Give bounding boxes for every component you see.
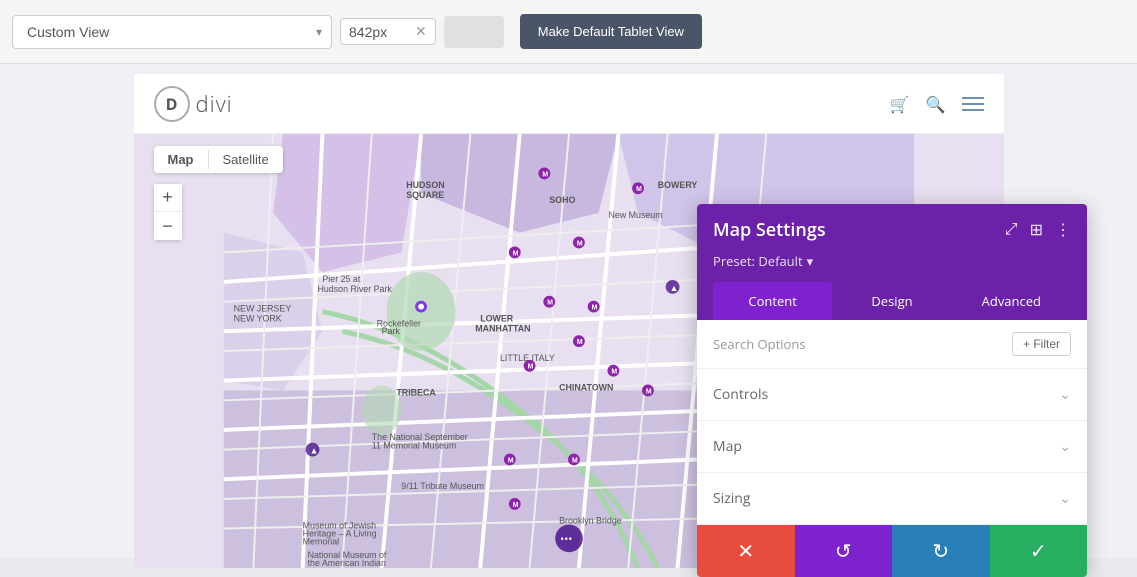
preset-chevron-icon: ▾ (807, 252, 814, 270)
filter-btn[interactable]: + Filter (1012, 332, 1071, 356)
svg-text:Memorial: Memorial (302, 536, 338, 546)
svg-text:Hudson River Park: Hudson River Park (317, 284, 392, 294)
settings-panel: Map Settings ⤢ ⊞ ⋮ Preset: Default ▾ Con… (697, 204, 1087, 577)
svg-text:SQUARE: SQUARE (406, 190, 444, 200)
preset-row: Preset: Default ▾ (713, 252, 1071, 270)
search-filter-row: Search Options + Filter (697, 320, 1087, 369)
svg-text:M: M (645, 388, 651, 395)
svg-text:M: M (512, 250, 518, 257)
close-icon[interactable]: ✕ (415, 23, 427, 40)
svg-text:SOHO: SOHO (549, 195, 575, 205)
settings-tabs: Content Design Advanced (713, 282, 1071, 320)
accordion-sizing-chevron-icon: ⌄ (1059, 489, 1071, 508)
svg-text:•••: ••• (560, 531, 572, 546)
tab-design[interactable]: Design (832, 282, 951, 320)
cancel-btn[interactable]: ✕ (697, 525, 795, 577)
zoom-out-btn[interactable]: − (154, 212, 182, 240)
cart-icon[interactable]: 🛒 (890, 93, 910, 115)
svg-text:M: M (507, 457, 513, 464)
svg-text:MANHATTAN: MANHATTAN (475, 323, 530, 333)
map-toggle-map-btn[interactable]: Map (154, 146, 208, 173)
svg-text:▲: ▲ (669, 282, 678, 294)
logo-letter: D (166, 93, 178, 115)
svg-text:M: M (547, 300, 553, 307)
svg-text:BOWERY: BOWERY (657, 180, 697, 190)
svg-text:NEW JERSEY: NEW JERSEY (233, 304, 291, 314)
settings-header-icons: ⤢ ⊞ ⋮ (1005, 220, 1071, 240)
svg-text:NEW YORK: NEW YORK (233, 313, 281, 323)
svg-text:M: M (571, 457, 577, 464)
width-input-wrapper: ✕ (340, 18, 436, 45)
accordion-sizing: Sizing ⌄ (697, 473, 1087, 525)
accordion-controls-title: Controls (713, 385, 768, 404)
width-input[interactable] (349, 24, 409, 40)
logo-circle: D (154, 86, 190, 122)
view-select[interactable]: Custom View (12, 15, 332, 49)
svg-text:HUDSON: HUDSON (406, 180, 444, 190)
svg-text:TRIBECA: TRIBECA (396, 387, 436, 397)
svg-text:CHINATOWN: CHINATOWN (559, 382, 613, 392)
svg-text:M: M (512, 502, 518, 509)
top-toolbar: Custom View ▾ ✕ Make Default Tablet View (0, 0, 1137, 64)
accordion-map: Map ⌄ (697, 421, 1087, 473)
accordion-map-header[interactable]: Map ⌄ (713, 421, 1071, 472)
svg-text:Pier 25 at: Pier 25 at (322, 274, 360, 284)
svg-text:11 Memorial Museum: 11 Memorial Museum (371, 441, 456, 451)
view-select-wrapper: Custom View ▾ (12, 15, 332, 49)
accordion-map-chevron-icon: ⌄ (1059, 437, 1071, 456)
menu-icon[interactable] (962, 97, 984, 111)
logo-text: divi (196, 89, 233, 119)
svg-text:New Museum: New Museum (608, 210, 662, 220)
zoom-controls: + − (154, 184, 182, 240)
svg-text:M: M (611, 369, 617, 376)
svg-text:the American Indian: the American Indian (307, 558, 385, 568)
header-icons: 🛒 🔍 (890, 93, 984, 115)
svg-text:M: M (591, 305, 597, 312)
action-bar: ✕ ↺ ↻ ✓ (697, 525, 1087, 577)
accordion-sizing-title: Sizing (713, 489, 751, 508)
search-icon[interactable]: 🔍 (926, 93, 946, 115)
settings-header: Map Settings ⤢ ⊞ ⋮ Preset: Default ▾ Con… (697, 204, 1087, 320)
logo-area: D divi (154, 86, 233, 122)
dots-vertical-icon[interactable]: ⋮ (1055, 220, 1071, 240)
svg-text:Park: Park (381, 326, 400, 336)
redo-btn[interactable]: ↻ (892, 525, 990, 577)
svg-text:M: M (636, 186, 642, 193)
svg-text:M: M (576, 339, 582, 346)
zoom-in-btn[interactable]: + (154, 184, 182, 212)
make-default-btn[interactable]: Make Default Tablet View (520, 14, 702, 49)
preset-label[interactable]: Preset: Default (713, 252, 803, 270)
save-btn[interactable]: ✓ (990, 525, 1088, 577)
svg-text:M: M (576, 240, 582, 247)
accordion-controls-chevron-icon: ⌄ (1059, 385, 1071, 404)
tab-advanced[interactable]: Advanced (952, 282, 1071, 320)
settings-title: Map Settings (713, 218, 826, 242)
page-header: D divi 🛒 🔍 (134, 74, 1004, 134)
map-toggle: Map Satellite (154, 146, 283, 173)
tab-content[interactable]: Content (713, 282, 832, 320)
undo-btn[interactable]: ↺ (795, 525, 893, 577)
columns-icon[interactable]: ⊞ (1030, 220, 1043, 240)
map-toggle-satellite-btn[interactable]: Satellite (209, 146, 283, 173)
accordion-sizing-header[interactable]: Sizing ⌄ (713, 473, 1071, 524)
main-area: D divi 🛒 🔍 (0, 64, 1137, 558)
search-options-label: Search Options (713, 335, 806, 353)
svg-text:M: M (527, 364, 533, 371)
svg-text:M: M (542, 171, 548, 178)
svg-text:▲: ▲ (309, 445, 318, 457)
accordion-controls: Controls ⌄ (697, 369, 1087, 421)
svg-text:Brooklyn Bridge: Brooklyn Bridge (559, 516, 622, 526)
svg-text:9/11 Tribute Museum: 9/11 Tribute Museum (401, 481, 484, 491)
settings-title-row: Map Settings ⤢ ⊞ ⋮ (713, 218, 1071, 242)
expand-icon[interactable]: ⤢ (1005, 221, 1018, 239)
accordion-controls-header[interactable]: Controls ⌄ (713, 369, 1071, 420)
accordion-map-title: Map (713, 437, 742, 456)
svg-text:LOWER: LOWER (480, 313, 514, 323)
settings-body: Search Options + Filter Controls ⌄ Map ⌄… (697, 320, 1087, 525)
width-extra-input (444, 16, 504, 48)
